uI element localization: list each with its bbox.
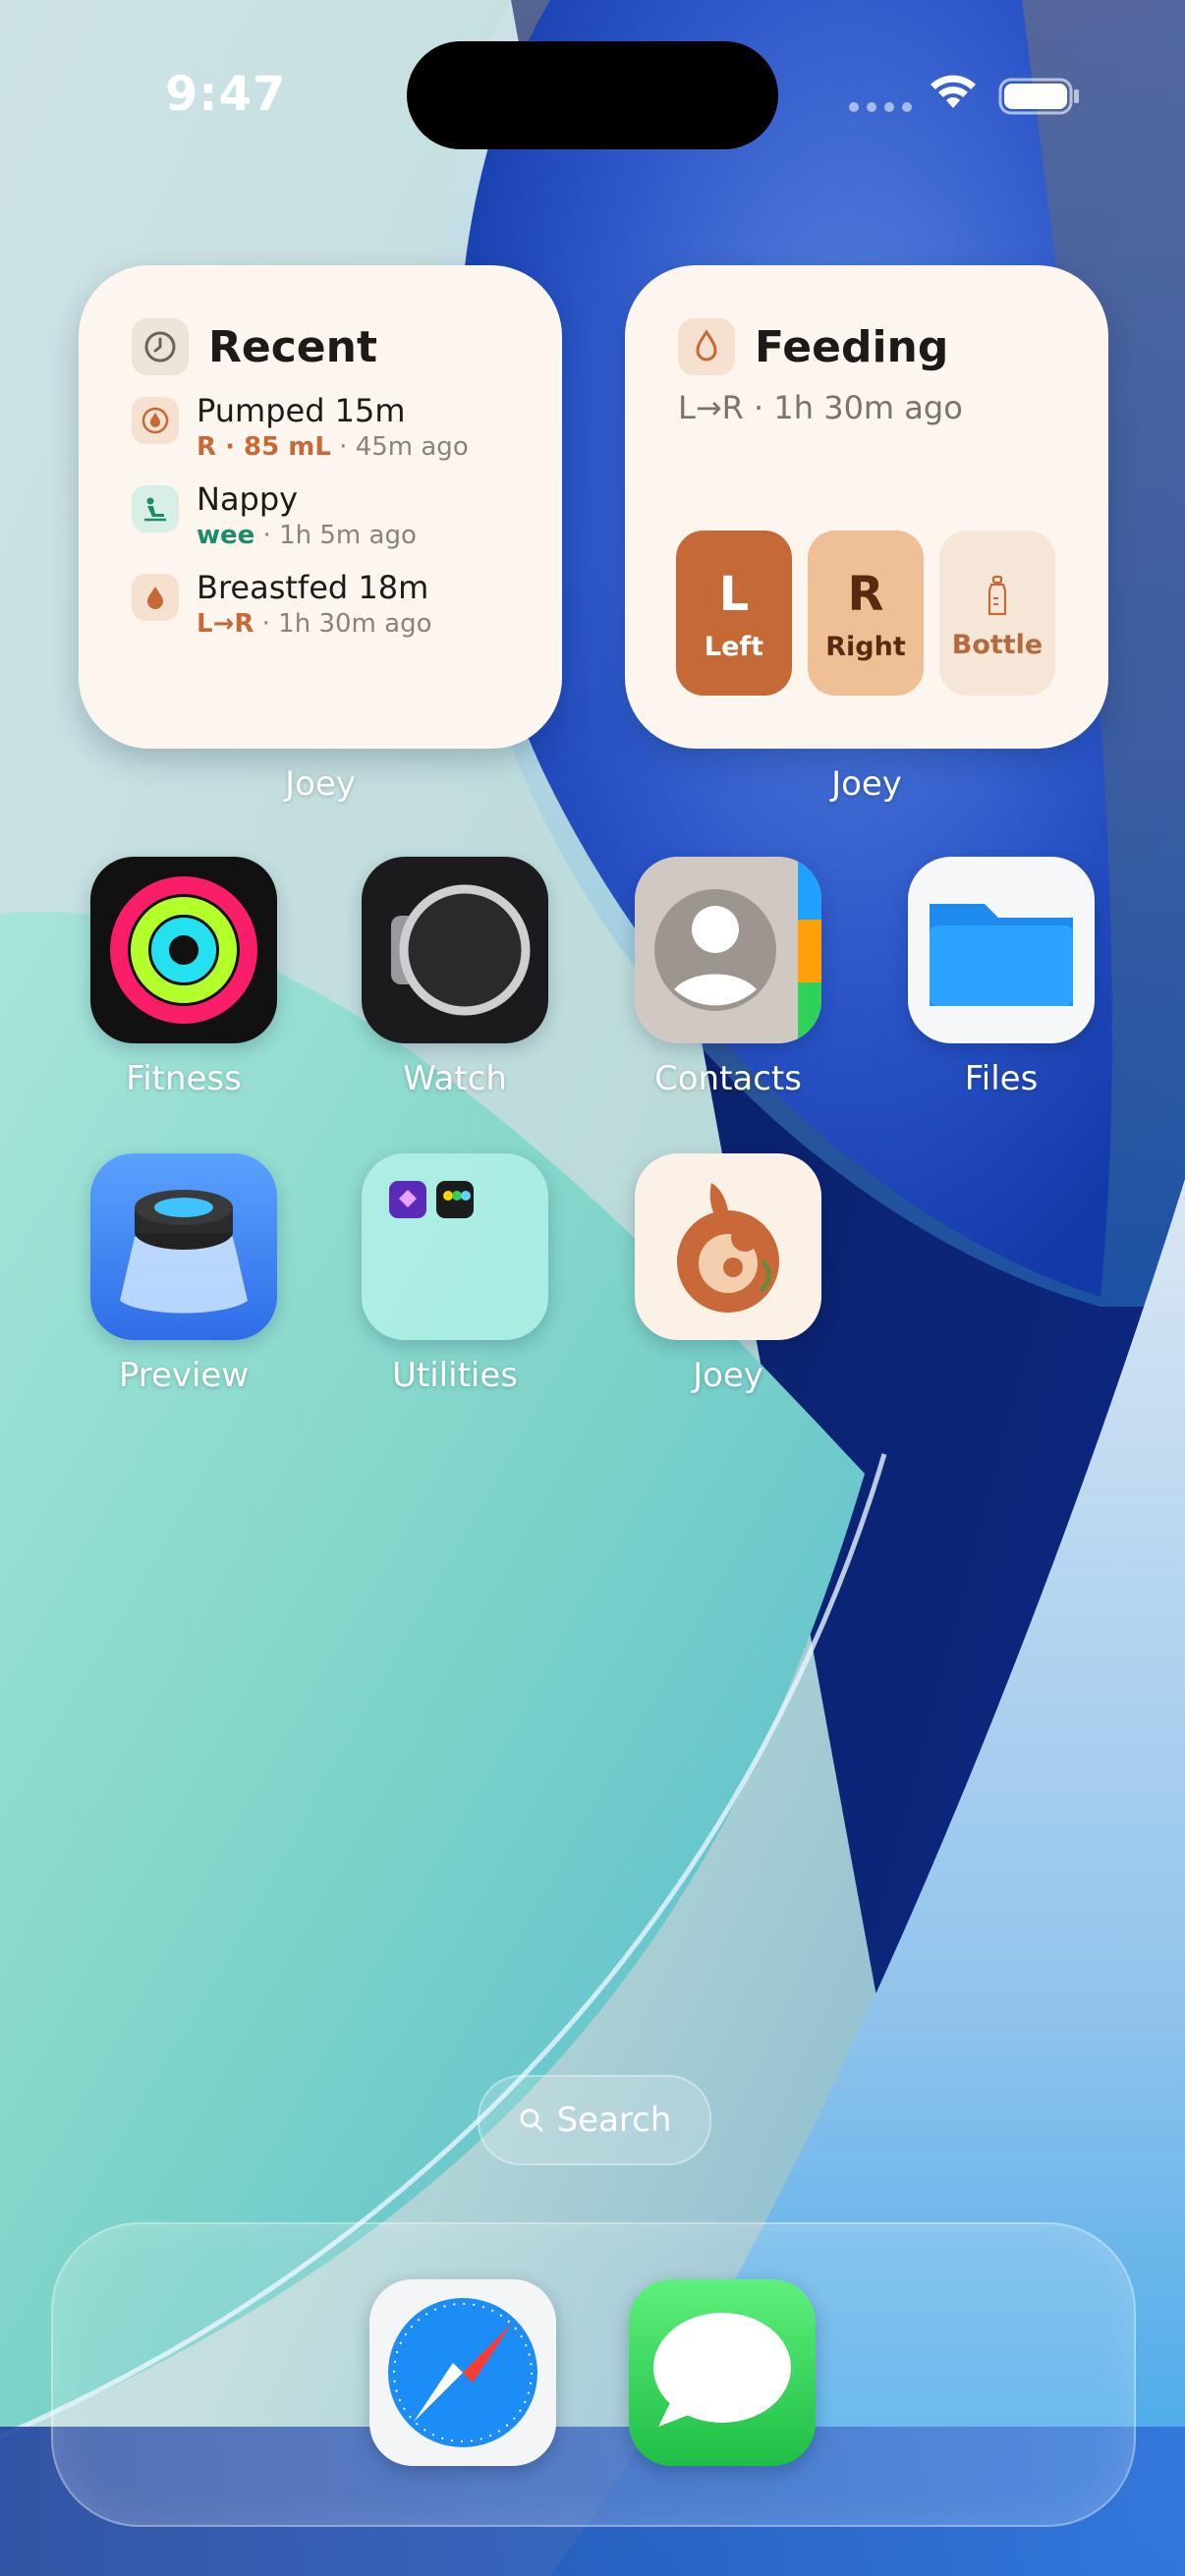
search-label: Search bbox=[556, 2100, 672, 2140]
breast-drop-icon bbox=[132, 574, 179, 621]
app-preview[interactable]: Preview bbox=[90, 1153, 277, 1395]
pump-drop-icon bbox=[132, 397, 179, 444]
feeding-last: L→R · 1h 30m ago bbox=[678, 389, 963, 426]
feeding-header: Feeding bbox=[678, 318, 948, 375]
recent-item-time: · 1h 5m ago bbox=[254, 521, 417, 550]
recent-item-title: Pumped 15m bbox=[197, 392, 406, 429]
app-files[interactable]: Files bbox=[908, 857, 1095, 1098]
feed-right-button[interactable]: R Right bbox=[808, 531, 924, 696]
home-search-button[interactable]: Search bbox=[478, 2075, 711, 2165]
recent-item-time: · 45m ago bbox=[330, 432, 469, 462]
feeding-title: Feeding bbox=[755, 321, 949, 372]
recent-item-pumped[interactable]: Pumped 15m R · 85 mL · 45m ago bbox=[132, 391, 533, 479]
dock-messages-icon[interactable] bbox=[629, 2279, 816, 2466]
feed-left-letter: L bbox=[718, 566, 750, 622]
recent-title: Recent bbox=[208, 321, 378, 372]
clock-icon bbox=[132, 318, 189, 375]
app-label: Fitness bbox=[126, 1059, 242, 1098]
feed-bottle-button[interactable]: Bottle bbox=[939, 531, 1055, 696]
feeding-buttons: L Left R Right Bottle bbox=[676, 531, 1055, 696]
recent-item-breastfed[interactable]: Breastfed 18m L→R · 1h 30m ago bbox=[132, 568, 533, 656]
drop-icon bbox=[678, 318, 735, 375]
recent-item-title: Nappy bbox=[197, 480, 299, 518]
app-label: Files bbox=[964, 1059, 1039, 1098]
recent-item-detail: wee bbox=[197, 521, 255, 550]
feed-left-label: Left bbox=[704, 631, 764, 662]
feeding-widget[interactable]: Feeding L→R · 1h 30m ago L Left R Right … bbox=[625, 265, 1108, 749]
search-icon bbox=[520, 2108, 543, 2132]
wifi-icon bbox=[931, 75, 976, 108]
recent-item-time: · 1h 30m ago bbox=[254, 609, 432, 639]
recent-item-detail: R · 85 mL bbox=[197, 432, 331, 462]
status-time: 9:47 bbox=[165, 67, 287, 122]
battery-icon bbox=[998, 78, 1079, 115]
feed-bottle-label: Bottle bbox=[951, 629, 1044, 660]
app-label: Contacts bbox=[654, 1059, 802, 1098]
recent-header: Recent bbox=[132, 318, 377, 375]
recent-item-detail: L→R bbox=[197, 609, 254, 639]
feeding-widget-label: Joey bbox=[831, 764, 902, 804]
feed-right-letter: R bbox=[847, 566, 884, 622]
feed-right-label: Right bbox=[825, 631, 906, 662]
app-utilities-folder[interactable]: Utilities bbox=[362, 1153, 548, 1395]
preview-loupe-icon bbox=[90, 1153, 277, 1340]
app-joey[interactable]: Joey bbox=[635, 1153, 821, 1395]
recent-list: Pumped 15m R · 85 mL · 45m ago Nappy wee… bbox=[132, 391, 533, 656]
watch-icon bbox=[362, 857, 548, 1043]
utilities-folder-icon bbox=[362, 1153, 548, 1340]
recent-item-nappy[interactable]: Nappy wee · 1h 5m ago bbox=[132, 479, 533, 568]
dock bbox=[51, 2222, 1136, 2527]
signal-dots-icon bbox=[849, 102, 912, 112]
feed-left-button[interactable]: L Left bbox=[676, 531, 792, 696]
recent-widget[interactable]: Recent Pumped 15m R · 85 mL · 45m ago Na… bbox=[79, 265, 562, 749]
dock-safari-icon[interactable] bbox=[369, 2279, 556, 2466]
app-label: Preview bbox=[118, 1356, 250, 1395]
app-label: Utilities bbox=[392, 1356, 518, 1395]
contacts-person-icon bbox=[635, 857, 821, 1043]
app-contacts[interactable]: Contacts bbox=[635, 857, 821, 1098]
kangaroo-icon bbox=[635, 1153, 821, 1340]
app-fitness[interactable]: Fitness bbox=[90, 857, 277, 1098]
dynamic-island bbox=[407, 41, 778, 149]
nappy-change-icon bbox=[132, 485, 179, 532]
recent-widget-label: Joey bbox=[285, 764, 356, 804]
bottle-icon bbox=[988, 575, 1007, 615]
app-label: Watch bbox=[403, 1059, 507, 1098]
recent-item-title: Breastfed 18m bbox=[197, 569, 429, 606]
app-watch[interactable]: Watch bbox=[362, 857, 548, 1098]
app-label: Joey bbox=[693, 1356, 763, 1395]
folder-icon bbox=[908, 857, 1095, 1043]
fitness-rings-icon bbox=[90, 857, 277, 1043]
